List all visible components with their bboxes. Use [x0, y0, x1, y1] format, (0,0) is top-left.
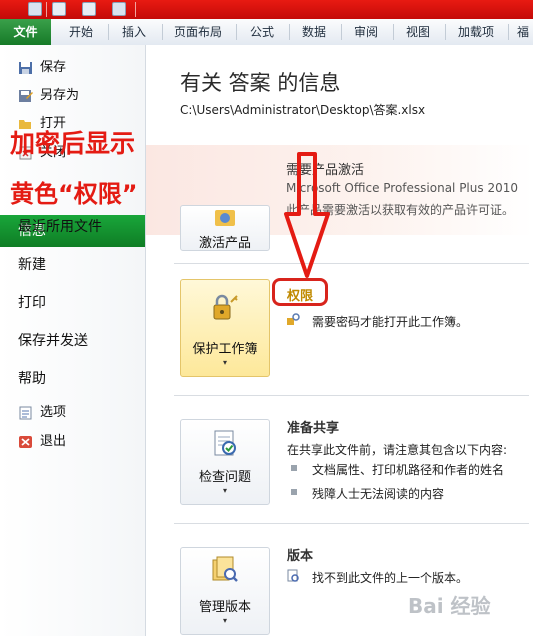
tab-page-layout[interactable]: 页面布局 — [166, 19, 230, 45]
tab-divider — [508, 24, 509, 40]
exit-icon — [19, 436, 32, 448]
nav-label: 新建 — [18, 257, 46, 273]
lock-key-icon — [213, 294, 238, 320]
tab-addins[interactable]: 加载项 — [450, 19, 502, 45]
nav-save[interactable]: 保存 — [0, 58, 145, 78]
nav-label: 打印 — [18, 295, 46, 311]
permissions-text: 需要密码才能打开此工作簿。 — [312, 315, 469, 329]
inspect-document-icon — [214, 430, 236, 456]
ribbon-tab-bar: 文件 开始 插入 页面布局 公式 数据 审阅 视图 加载项 福 — [0, 19, 533, 46]
tab-insert[interactable]: 插入 — [113, 19, 155, 45]
protect-workbook-button[interactable]: 保护工作簿 ▾ — [180, 279, 270, 377]
nav-save-send[interactable]: 保存并发送 — [0, 331, 145, 351]
watermark: Bai 经验 — [408, 594, 491, 618]
tab-divider — [162, 24, 163, 40]
tab-review[interactable]: 审阅 — [345, 19, 387, 45]
page-title: 有关 答案 的信息 — [180, 71, 341, 95]
nav-new[interactable]: 新建 — [0, 255, 145, 275]
tab-data[interactable]: 数据 — [293, 19, 335, 45]
tab-view[interactable]: 视图 — [397, 19, 439, 45]
nav-print[interactable]: 打印 — [0, 293, 145, 313]
versions-text: 找不到此文件的上一个版本。 — [312, 571, 469, 585]
tab-divider — [236, 24, 237, 40]
versions-title: 版本 — [287, 549, 314, 564]
options-icon — [19, 406, 32, 420]
activate-product-button[interactable]: 激活产品 — [180, 205, 270, 251]
tab-divider — [445, 24, 446, 40]
save-icon[interactable] — [28, 2, 42, 16]
bullet — [291, 489, 297, 495]
nav-label: 最近所用文件 — [18, 219, 102, 235]
tab-divider — [108, 24, 109, 40]
nav-label: 帮助 — [18, 371, 46, 387]
nav-label: 选项 — [40, 405, 67, 420]
annotation-line1: 加密后显示 — [10, 129, 136, 158]
file-path: C:\Users\Administrator\Desktop\答案.xlsx — [180, 103, 426, 117]
nav-label: 退出 — [40, 434, 67, 449]
floppy-disk-icon — [19, 62, 32, 74]
save-as-icon — [19, 90, 33, 102]
chevron-down-icon: ▾ — [222, 358, 227, 367]
section-divider — [174, 395, 529, 396]
nav-exit[interactable]: 退出 — [0, 432, 145, 452]
title-bar — [0, 0, 533, 19]
tab-formulas[interactable]: 公式 — [241, 19, 283, 45]
section-divider — [174, 523, 529, 524]
key-icon — [287, 313, 300, 325]
nav-label: 保存 — [40, 60, 67, 75]
nav-save-as[interactable]: 另存为 — [0, 86, 145, 106]
qat-separator — [135, 2, 136, 17]
tab-partial[interactable]: 福 — [513, 19, 533, 45]
tab-divider — [341, 24, 342, 40]
bullet — [291, 465, 297, 471]
prepare-bullet: 文档属性、打印机路径和作者的姓名 — [312, 463, 505, 477]
check-issues-button[interactable]: 检查问题 ▾ — [180, 419, 270, 505]
button-label: 保护工作簿 — [192, 342, 258, 357]
undo-icon[interactable] — [52, 2, 66, 16]
prepare-text: 在共享此文件前，请注意其包含以下内容: — [287, 443, 508, 457]
nav-help[interactable]: 帮助 — [0, 369, 145, 389]
nav-label: 另存为 — [40, 88, 80, 103]
annotation-line2: 黄色“权限” — [10, 180, 138, 208]
chevron-down-icon: ▾ — [222, 616, 227, 625]
tab-file[interactable]: 文件 — [0, 19, 51, 45]
document-search-icon — [287, 569, 299, 582]
nav-recent[interactable]: 最近所用文件 — [0, 217, 145, 237]
prepare-bullet: 残障人士无法阅读的内容 — [312, 487, 445, 501]
qat-separator — [46, 2, 47, 17]
annotation-highlight-box — [272, 278, 328, 306]
info-pane: 有关 答案 的信息 C:\Users\Administrator\Desktop… — [146, 45, 533, 636]
button-label: 管理版本 — [198, 600, 251, 615]
section-divider — [174, 263, 529, 264]
tab-divider — [393, 24, 394, 40]
prepare-title: 准备共享 — [287, 421, 340, 436]
annotation-arrow-icon — [284, 152, 330, 278]
manage-versions-button[interactable]: 管理版本 ▾ — [180, 547, 270, 635]
tab-divider — [289, 24, 290, 40]
versions-icon — [212, 556, 238, 582]
button-label: 激活产品 — [198, 236, 251, 251]
redo-icon[interactable] — [82, 2, 96, 16]
chevron-down-icon: ▾ — [222, 486, 227, 495]
nav-options[interactable]: 选项 — [0, 403, 145, 423]
print-preview-icon[interactable] — [112, 2, 126, 16]
tab-home[interactable]: 开始 — [60, 19, 102, 45]
button-label: 检查问题 — [198, 470, 251, 485]
nav-label: 保存并发送 — [18, 333, 88, 349]
